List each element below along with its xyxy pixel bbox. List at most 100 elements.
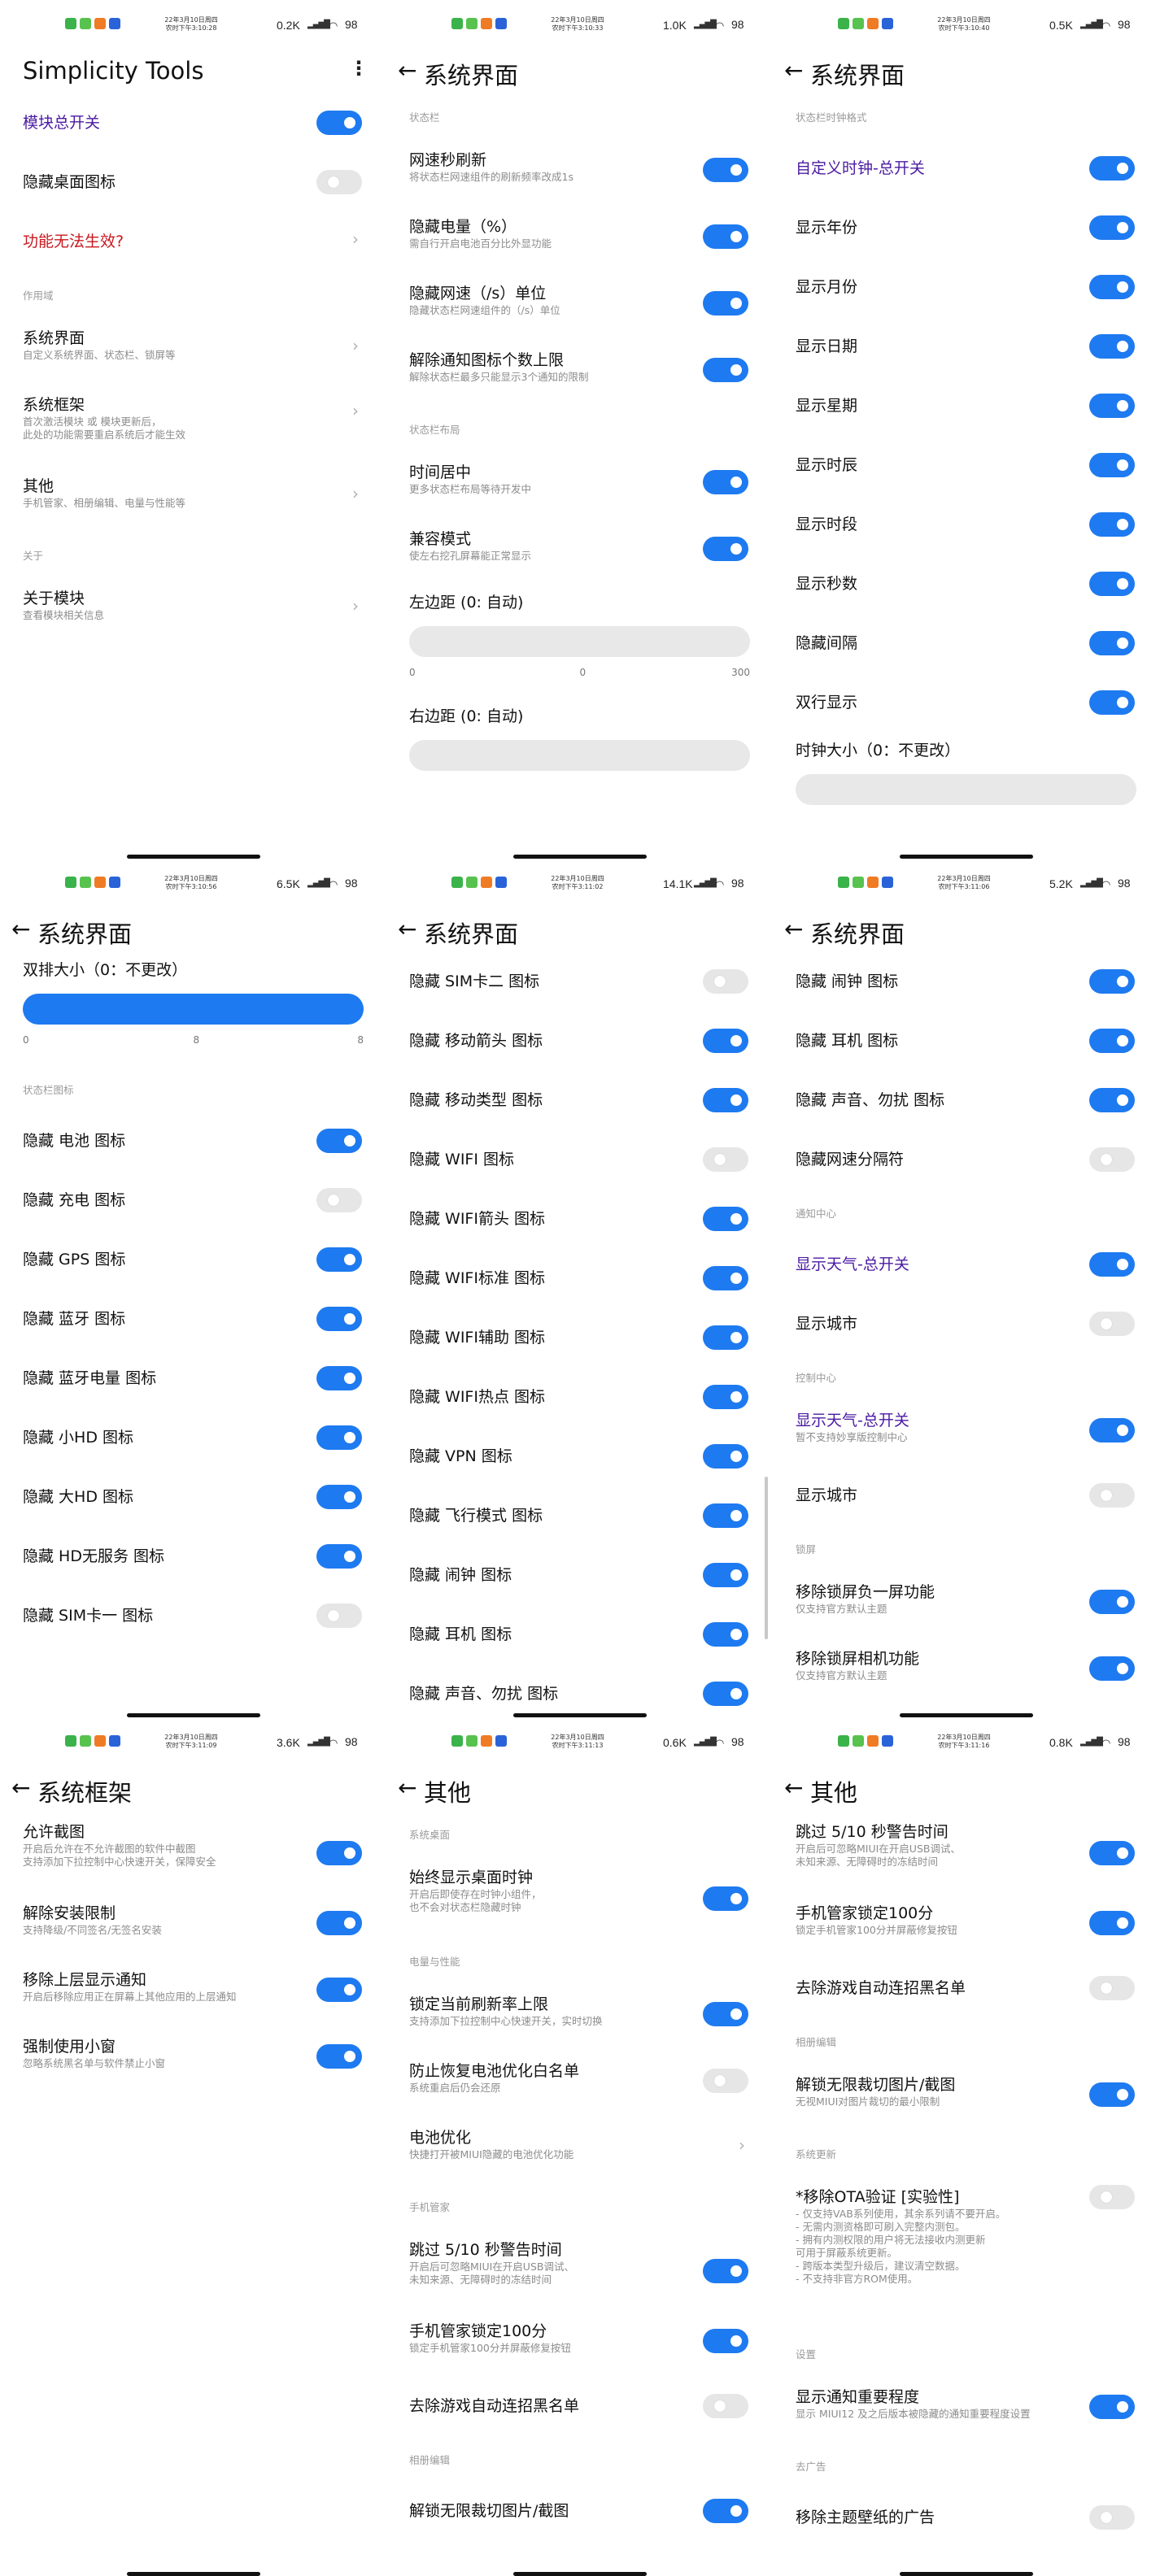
toggle-setting-row[interactable]: 模块总开关 [0, 91, 386, 150]
toggle-switch[interactable] [703, 2259, 748, 2283]
toggle-switch[interactable] [703, 1622, 748, 1647]
toggle-setting-row[interactable]: 解锁无限裁切图片/截图 [386, 2479, 773, 2539]
toggle-setting-row[interactable]: 自定义时钟-总开关 [773, 137, 1159, 196]
toggle-switch[interactable] [703, 2499, 748, 2523]
slider-setting[interactable]: 左边距 (0: 自动) 0 0 300 [386, 582, 773, 696]
toggle-setting-row[interactable]: 允许截图 开启后允许在不允许截图的软件中截图 支持添加下拉控制中心快速开关，保障安… [0, 1808, 386, 1890]
toggle-switch[interactable] [316, 1485, 362, 1509]
back-arrow-icon[interactable]: ← [11, 1774, 30, 1801]
toggle-switch[interactable] [1089, 2082, 1135, 2107]
toggle-setting-row[interactable]: 显示星期 [773, 374, 1159, 433]
toggle-switch[interactable] [703, 158, 748, 182]
toggle-switch[interactable] [1089, 2505, 1135, 2530]
toggle-setting-row[interactable]: 隐藏电量（%） 需自行开启电池百分比外显功能 [386, 203, 773, 270]
toggle-setting-row[interactable]: 跳过 5/10 秒警告时间 开启后可忽略MIUI在开启USB调试、 未知来源、无障… [773, 1808, 1159, 1890]
toggle-setting-row[interactable]: *移除OTA验证 [实验性] - 仅支持VAB系列使用，其余系列请不要开启。 - … [773, 2174, 1159, 2328]
toggle-switch[interactable] [703, 1029, 748, 1053]
toggle-switch[interactable] [1089, 1656, 1135, 1681]
toggle-setting-row[interactable]: 隐藏 HD无服务 图标 [0, 1525, 386, 1584]
slider-track[interactable] [409, 740, 750, 771]
toggle-setting-row[interactable]: 强制使用小窗 忽略系统黑名单与软件禁止小窗 [0, 2023, 386, 2090]
toggle-setting-row[interactable]: 隐藏 SIM卡二 图标 [386, 950, 773, 1009]
toggle-setting-row[interactable]: 隐藏 蓝牙电量 图标 [0, 1347, 386, 1406]
toggle-switch[interactable] [1089, 512, 1135, 537]
slider-track[interactable] [23, 994, 364, 1025]
toggle-setting-row[interactable]: 隐藏 耳机 图标 [773, 1009, 1159, 1068]
toggle-setting-row[interactable]: 移除主题壁纸的广告 [773, 2486, 1159, 2545]
toggle-switch[interactable] [703, 1147, 748, 1172]
more-menu-icon[interactable]: ⋮ [349, 57, 368, 80]
toggle-setting-row[interactable]: 兼容模式 使左右挖孔屏幕能正常显示 [386, 516, 773, 582]
slider-setting[interactable]: 双排大小（0：不更改） 0 8 8 [0, 950, 386, 1064]
toggle-switch[interactable] [1089, 969, 1135, 994]
toggle-setting-row[interactable]: 隐藏 飞行模式 图标 [386, 1484, 773, 1543]
toggle-switch[interactable] [1089, 394, 1135, 418]
back-arrow-icon[interactable]: ← [398, 916, 416, 942]
slider-setting[interactable]: 右边距 (0: 自动) [386, 696, 773, 785]
toggle-setting-row[interactable]: 始终显示桌面时钟 开启后即使存在时钟小组件， 也不会对状态栏隐藏时钟 [386, 1854, 773, 1935]
toggle-setting-row[interactable]: 防止恢复电池优化白名单 系统重启后仍会还原 [386, 2047, 773, 2114]
toggle-switch[interactable] [703, 2069, 748, 2093]
toggle-switch[interactable] [1089, 2185, 1135, 2209]
back-arrow-icon[interactable]: ← [784, 1774, 803, 1801]
toggle-switch[interactable] [316, 1307, 362, 1331]
toggle-switch[interactable] [1089, 1590, 1135, 1614]
toggle-switch[interactable] [703, 1207, 748, 1231]
toggle-switch[interactable] [703, 1266, 748, 1290]
navigation-row[interactable]: 其他 手机管家、相册编辑、电量与性能等 › [0, 463, 386, 529]
toggle-switch[interactable] [1089, 156, 1135, 181]
toggle-switch[interactable] [316, 1247, 362, 1272]
navigation-row[interactable]: 系统界面 自定义系统界面、状态栏、锁屏等 › [0, 315, 386, 381]
toggle-setting-row[interactable]: 显示月份 [773, 255, 1159, 315]
toggle-switch[interactable] [1089, 1088, 1135, 1112]
toggle-setting-row[interactable]: 跳过 5/10 秒警告时间 开启后可忽略MIUI在开启USB调试、 未知来源、无障… [386, 2226, 773, 2308]
toggle-setting-row[interactable]: 解锁无限裁切图片/截图 无视MIUI对图片裁切的最小限制 [773, 2061, 1159, 2128]
toggle-switch[interactable] [1089, 1029, 1135, 1053]
slider-setting[interactable]: 时钟大小（0：不更改） [773, 730, 1159, 820]
toggle-switch[interactable] [1089, 690, 1135, 715]
toggle-switch[interactable] [316, 2044, 362, 2069]
toggle-setting-row[interactable]: 隐藏 耳机 图标 [386, 1603, 773, 1662]
toggle-setting-row[interactable]: 隐藏 闹钟 图标 [386, 1543, 773, 1603]
back-arrow-icon[interactable]: ← [398, 1774, 416, 1801]
toggle-switch[interactable] [703, 537, 748, 561]
toggle-switch[interactable] [703, 1682, 748, 1706]
toggle-setting-row[interactable]: 隐藏 GPS 图标 [0, 1228, 386, 1287]
toggle-setting-row[interactable]: 隐藏 蓝牙 图标 [0, 1287, 386, 1347]
toggle-setting-row[interactable]: 移除上层显示通知 开启后移除应用正在屏幕上其他应用的上层通知 [0, 1956, 386, 2023]
toggle-switch[interactable] [1089, 631, 1135, 655]
toggle-switch[interactable] [703, 224, 748, 249]
toggle-setting-row[interactable]: 隐藏 声音、勿扰 图标 [773, 1068, 1159, 1128]
toggle-switch[interactable] [703, 969, 748, 994]
toggle-switch[interactable] [1089, 1147, 1135, 1172]
toggle-setting-row[interactable]: 锁定当前刷新率上限 支持添加下拉控制中心快速开关，实时切换 [386, 1981, 773, 2047]
back-arrow-icon[interactable]: ← [784, 916, 803, 942]
toggle-setting-row[interactable]: 显示日期 [773, 315, 1159, 374]
back-arrow-icon[interactable]: ← [11, 916, 30, 942]
toggle-switch[interactable] [316, 1911, 362, 1935]
toggle-switch[interactable] [316, 1544, 362, 1569]
toggle-switch[interactable] [703, 1886, 748, 1911]
toggle-switch[interactable] [1089, 1976, 1135, 2000]
toggle-switch[interactable] [703, 358, 748, 382]
toggle-setting-row[interactable]: 隐藏 WIFI辅助 图标 [386, 1306, 773, 1365]
toggle-setting-row[interactable]: 隐藏 WIFI 图标 [386, 1128, 773, 1187]
toggle-switch[interactable] [316, 1603, 362, 1628]
toggle-setting-row[interactable]: 隐藏 充电 图标 [0, 1168, 386, 1228]
slider-track[interactable] [409, 626, 750, 657]
toggle-setting-row[interactable]: 显示天气-总开关 [773, 1233, 1159, 1292]
toggle-setting-row[interactable]: 隐藏桌面图标 [0, 150, 386, 210]
toggle-switch[interactable] [1089, 1418, 1135, 1442]
toggle-setting-row[interactable]: 隐藏网速（/s）单位 隐藏状态栏网速组件的（/s）单位 [386, 270, 773, 337]
toggle-switch[interactable] [1089, 334, 1135, 359]
toggle-switch[interactable] [316, 1978, 362, 2002]
toggle-setting-row[interactable]: 隐藏间隔 [773, 611, 1159, 671]
toggle-setting-row[interactable]: 移除锁屏相机功能 仅支持官方默认主题 [773, 1635, 1159, 1702]
toggle-switch[interactable] [703, 1088, 748, 1112]
toggle-setting-row[interactable]: 隐藏 WIFI热点 图标 [386, 1365, 773, 1425]
navigation-row[interactable]: 功能无法生效? › [0, 210, 386, 269]
toggle-switch[interactable] [703, 1385, 748, 1409]
toggle-switch[interactable] [703, 2329, 748, 2353]
toggle-setting-row[interactable]: 隐藏网速分隔符 [773, 1128, 1159, 1187]
toggle-switch[interactable] [703, 470, 748, 494]
